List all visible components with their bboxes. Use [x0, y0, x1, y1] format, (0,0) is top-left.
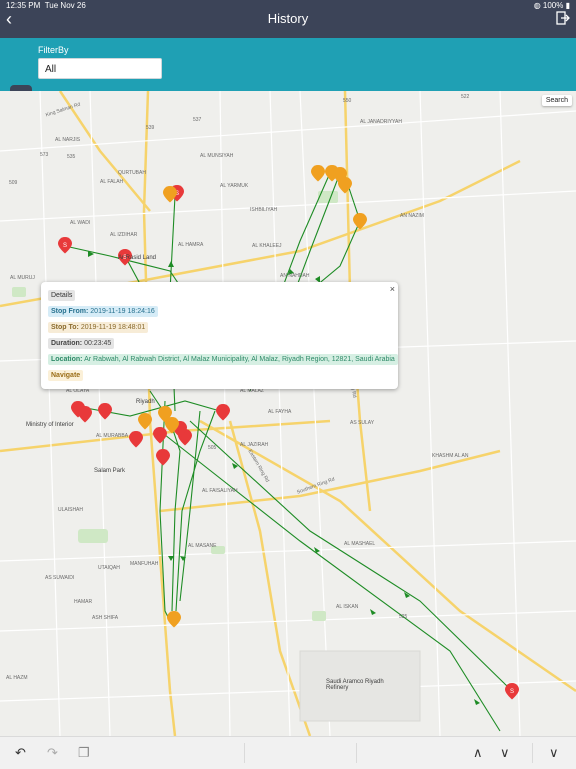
undo-icon[interactable]: ↶: [15, 745, 26, 761]
map-label: UTAIQAH: [98, 565, 120, 571]
map-label: HAMAR: [74, 599, 93, 605]
divider: [532, 743, 533, 763]
map-label: 509: [9, 180, 18, 186]
map-label: AL HAZM: [6, 675, 28, 681]
map-label: AL MUNSIYAH: [200, 153, 234, 159]
map-label: AS SULAY: [350, 420, 375, 426]
map-label: AL JANADRIYYAH: [360, 119, 402, 125]
nav-bar: ‹ History: [0, 9, 576, 38]
stop-to-value: 2019-11-19 18:48:01: [80, 324, 146, 331]
map-label: AL IZDIHAR: [110, 232, 138, 238]
bottom-toolbar: ↶ ↷ ❐ ∧ ∨ ∨: [0, 736, 576, 769]
map-label: Ar Rasid Land: [118, 255, 157, 261]
map-label: 535: [67, 154, 76, 160]
map-label: AL YARMUK: [220, 183, 249, 189]
map-label: AL NARJIS: [55, 137, 81, 143]
divider: [356, 743, 357, 763]
map-label: AL JAZIRAH: [240, 442, 269, 448]
map-label: AL MASANE: [188, 543, 217, 549]
divider: [244, 743, 245, 763]
map-label: 505: [208, 445, 217, 451]
map-view[interactable]: S S S S Search King Salman Rd AL NARJIS …: [0, 91, 576, 736]
map-label: AL FAISALIYAH: [202, 488, 238, 494]
map-label: AL HAMRA: [178, 242, 204, 248]
page-title: History: [267, 11, 309, 26]
map-label: 537: [193, 117, 202, 123]
map-label: AS SUWAIDI: [45, 575, 75, 581]
duration-label: Duration:: [51, 340, 83, 347]
map-label: 525: [399, 614, 408, 620]
map-label: AL FALAH: [100, 179, 124, 185]
logout-icon[interactable]: [556, 11, 570, 25]
close-icon[interactable]: ×: [390, 284, 395, 294]
map-label: 539: [146, 125, 155, 131]
map-label: AN NAZIM: [400, 213, 424, 219]
map-label: Saudi Aramco Riyadh Refinery: [326, 679, 384, 691]
map-label: ULAISHAH: [58, 507, 84, 513]
map-label: ISHBILIYAH: [250, 207, 278, 213]
map-label: AL MASHAEL: [344, 541, 376, 547]
filter-bar: FilterBy All: [0, 38, 576, 117]
navigate-button[interactable]: Navigate: [48, 370, 84, 381]
map-label: ASH SHIFA: [92, 615, 119, 621]
svg-text:S: S: [63, 243, 67, 249]
status-time: 12:35 PM Tue Nov 26: [6, 1, 86, 10]
duration-row: Duration: 00:23:45: [48, 338, 115, 349]
map-label: MANFUHAH: [130, 561, 159, 567]
redo-icon[interactable]: ↷: [47, 745, 58, 761]
svg-text:S: S: [510, 689, 514, 695]
map-label: 573: [40, 152, 49, 158]
copy-icon[interactable]: ❐: [78, 745, 90, 761]
filter-select[interactable]: All: [38, 58, 162, 79]
filter-label: FilterBy: [38, 45, 69, 55]
keyboard-dismiss-icon[interactable]: ∨: [549, 745, 559, 761]
map-label: QURTUBAH: [118, 170, 146, 176]
stop-to-row: Stop To: 2019-11-19 18:48:01: [48, 322, 149, 333]
map-label: AL ISKAN: [336, 604, 359, 610]
stop-to-label: Stop To:: [51, 324, 79, 331]
stop-from-row: Stop From: 2019-11-19 18:24:16: [48, 306, 158, 317]
map-label: Ministry of Interior: [26, 422, 74, 428]
map-label: Riyadh: [136, 399, 155, 405]
location-label: Location:: [51, 356, 83, 363]
location-row: Location: Ar Rabwah, Al Rabwah District,…: [48, 354, 398, 365]
chevron-down-icon[interactable]: ∨: [500, 745, 510, 761]
details-title: Details: [48, 290, 76, 301]
duration-value: 00:23:45: [84, 340, 112, 347]
map-label: 522: [461, 94, 470, 100]
chevron-up-icon[interactable]: ∧: [473, 745, 483, 761]
map-search-button[interactable]: Search: [541, 95, 572, 106]
map-label: Salam Park: [94, 468, 126, 474]
stop-from-value: 2019-11-19 18:24:16: [90, 308, 155, 315]
map-label: 550: [343, 98, 352, 104]
map-label: KHASHM AL AN: [432, 453, 469, 459]
map-label: AN NAHDAH: [280, 273, 310, 279]
map-label: AL KHALEEJ: [252, 243, 282, 249]
map-label: AL WADI: [70, 220, 91, 226]
map-label: AL MURUJ: [10, 275, 35, 281]
map-label: AL FAYHA: [268, 409, 292, 415]
location-value: Ar Rabwah, Al Rabwah District, Al Malaz …: [84, 356, 395, 363]
map-label: AL MURABBA: [96, 433, 129, 439]
stop-from-label: Stop From:: [51, 308, 89, 315]
stop-details-popup: × Details Stop From: 2019-11-19 18:24:16…: [41, 282, 398, 389]
